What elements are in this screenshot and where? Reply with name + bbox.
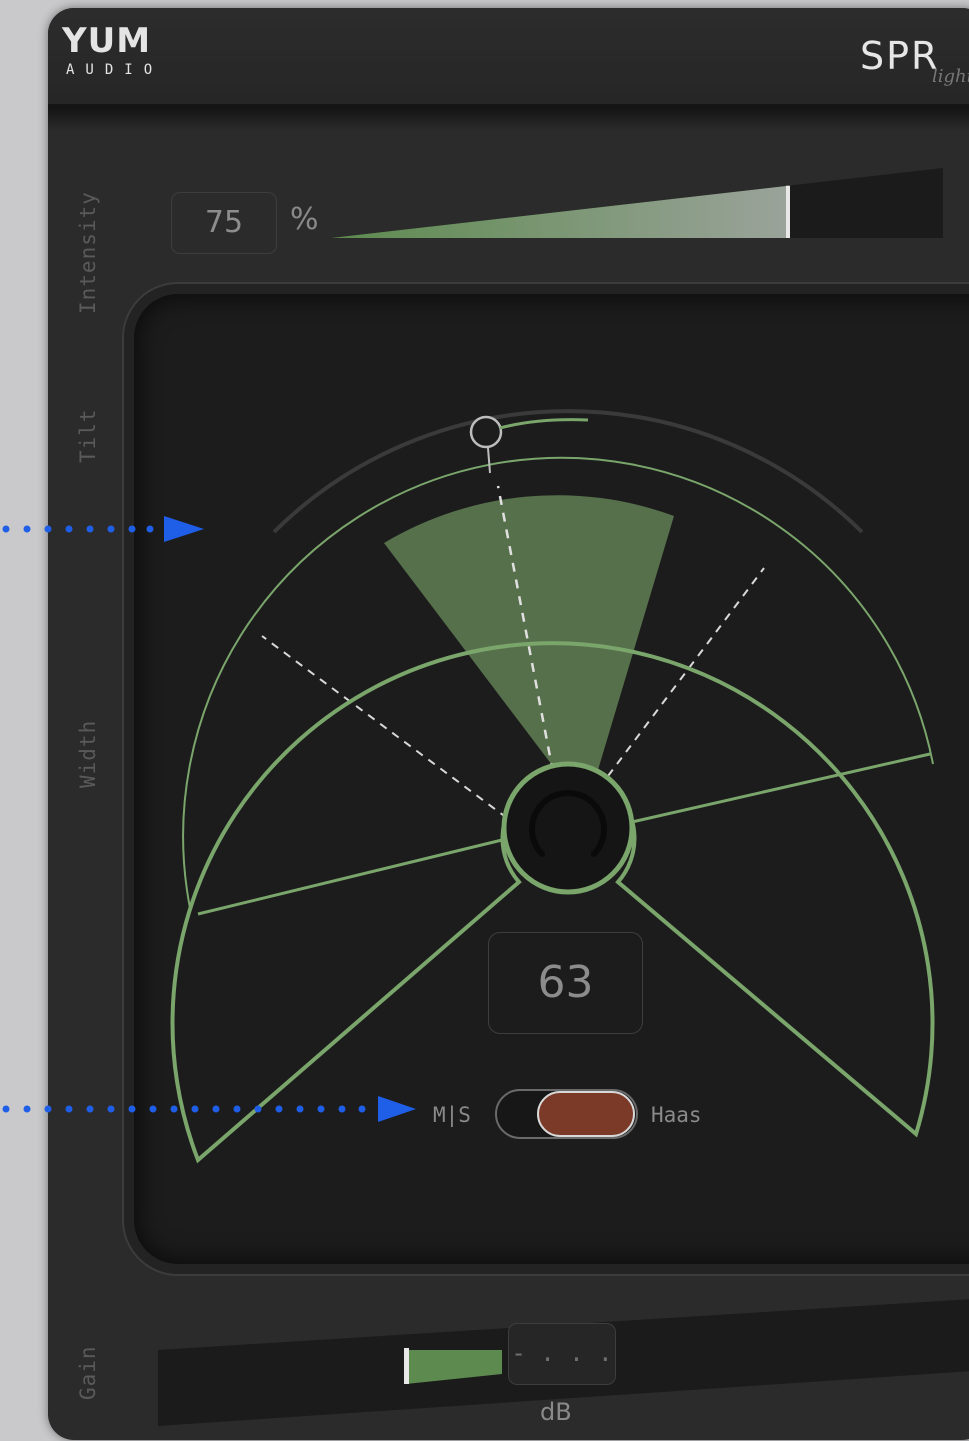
annotation-arrow-toggle — [378, 1096, 416, 1122]
annotation-overlay — [2, 516, 416, 1122]
annotation-arrow-sector — [164, 516, 204, 542]
